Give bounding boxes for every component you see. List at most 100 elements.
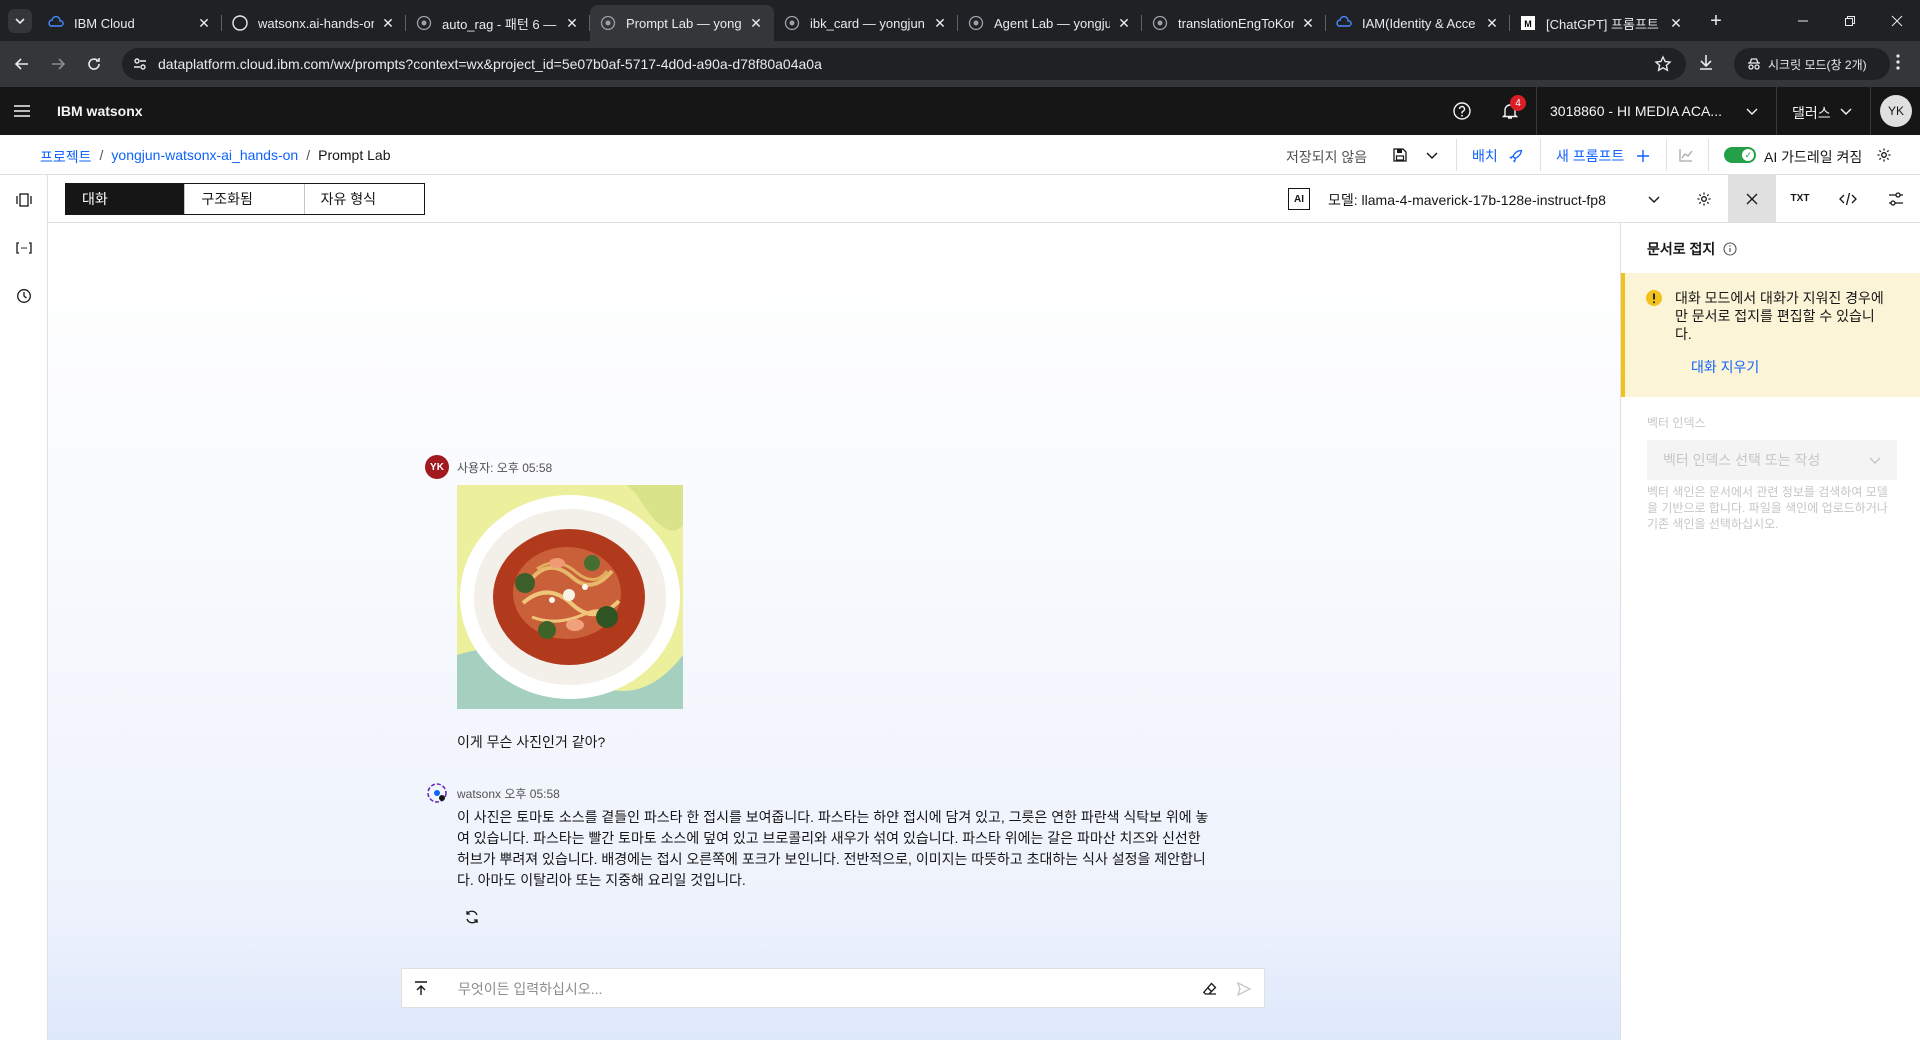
medium-icon: M [1520, 15, 1536, 31]
breadcrumb-project[interactable]: yongjun-watsonx-ai_hands-on [111, 147, 298, 167]
send-icon[interactable] [1236, 981, 1252, 1002]
model-parameters-button[interactable] [1680, 175, 1728, 222]
browser-tab[interactable]: auto_rag - 패턴 6 — ✕ [406, 5, 590, 41]
omnibox[interactable]: dataplatform.cloud.ibm.com/wx/prompts?co… [122, 48, 1686, 80]
url-text: dataplatform.cloud.ibm.com/wx/prompts?co… [158, 56, 822, 72]
account-switcher[interactable]: 3018860 - HI MEDIA ACA... [1550, 103, 1722, 119]
vector-index-dropdown[interactable]: 벡터 인덱스 선택 또는 작성 [1647, 440, 1897, 480]
browser-tab-strip: IBM Cloud ✕ watsonx.ai-hands-on ✕ auto_r… [0, 0, 1920, 41]
tab-title: Agent Lab — yongju [994, 15, 1110, 31]
user-message-avatar: YK [425, 455, 449, 479]
browser-tab-active[interactable]: Prompt Lab — yong ✕ [590, 5, 774, 41]
mode-structured[interactable]: 구조화됨 [185, 184, 305, 214]
close-window-button[interactable] [1873, 0, 1920, 41]
info-icon [1723, 242, 1737, 256]
close-icon[interactable]: ✕ [932, 15, 948, 31]
view-code-button[interactable] [1824, 175, 1872, 222]
history-button[interactable] [12, 284, 36, 308]
settings-sliders-button[interactable] [1872, 175, 1920, 222]
chevron-down-icon[interactable] [1838, 103, 1854, 124]
bookmark-star-icon[interactable] [1654, 55, 1672, 78]
browser-tab[interactable]: IAM(Identity & Acce ✕ [1326, 5, 1510, 41]
close-icon[interactable]: ✕ [380, 15, 396, 31]
reload-icon [88, 58, 100, 70]
forward-button[interactable] [46, 52, 70, 76]
download-icon[interactable] [1696, 52, 1716, 77]
close-icon[interactable]: ✕ [748, 15, 764, 31]
breadcrumb-current: Prompt Lab [318, 147, 391, 163]
code-icon [1839, 192, 1857, 205]
breadcrumb-projects[interactable]: 프로젝트 [40, 147, 92, 167]
region-selector[interactable]: 댈러스 [1792, 103, 1831, 123]
close-icon[interactable]: ✕ [564, 15, 580, 31]
browser-tab[interactable]: IBM Cloud ✕ [38, 5, 222, 41]
watsonx-icon [784, 15, 800, 31]
breadcrumb: 프로젝트 / yongjun-watsonx-ai_hands-on / Pro… [40, 147, 390, 167]
back-button[interactable] [10, 52, 34, 76]
browser-menu-icon[interactable] [1890, 52, 1906, 77]
browser-tab[interactable]: watsonx.ai-hands-on ✕ [222, 5, 406, 41]
watsonx-avatar-icon [425, 781, 449, 805]
chevron-down-icon[interactable] [1646, 191, 1662, 212]
tab-search-button[interactable] [8, 9, 32, 33]
notifications-button[interactable]: 4 [1498, 95, 1526, 123]
divider [1708, 139, 1709, 171]
sliders-icon [1889, 191, 1903, 206]
warning-text: 대화 모드에서 대화가 지워진 경우에만 문서로 접지를 편집할 수 있습니다. [1675, 290, 1884, 342]
carousel-view-button[interactable] [12, 188, 36, 212]
chart-line-icon[interactable] [1678, 147, 1694, 163]
close-icon[interactable]: ✕ [1668, 15, 1684, 31]
new-tab-button[interactable]: + [1704, 9, 1728, 33]
deploy-button[interactable]: 배치 [1472, 146, 1524, 166]
chevron-down-icon [15, 18, 25, 25]
mode-chat[interactable]: 대화 [66, 184, 186, 214]
settings-gear-icon[interactable] [1876, 147, 1892, 163]
mode-freeform[interactable]: 자유 형식 [305, 184, 424, 214]
svg-text:M: M [1524, 19, 1532, 29]
brand-name[interactable]: IBM watsonx [57, 103, 143, 119]
chevron-down-icon[interactable] [1424, 147, 1440, 163]
assistant-message-header: watsonx 오후 05:58 [425, 781, 560, 805]
incognito-indicator[interactable]: 시크릿 모드(창 2개) [1734, 48, 1890, 80]
help-button[interactable] [1450, 99, 1474, 123]
new-prompt-button[interactable]: 새 프롬프트 [1556, 146, 1650, 166]
browser-tab[interactable]: ibk_card — yongjun ✕ [774, 5, 958, 41]
incognito-icon [1748, 58, 1760, 70]
regenerate-icon[interactable] [464, 909, 480, 925]
clear-chat-link[interactable]: 대화 지우기 [1691, 357, 1759, 377]
variables-button[interactable] [12, 236, 36, 260]
gear-icon [1697, 192, 1711, 205]
close-icon[interactable]: ✕ [1484, 15, 1500, 31]
user-message-meta: 사용자: 오후 05:58 [457, 460, 553, 475]
reload-button[interactable] [82, 52, 106, 76]
grounding-panel: 문서로 접지 대화 모드에서 대화가 지워진 경우에만 문서로 접지를 편집할 … [1620, 223, 1920, 1040]
user-avatar[interactable]: YK [1880, 95, 1912, 127]
close-icon[interactable]: ✕ [196, 15, 212, 31]
hamburger-menu-icon[interactable] [12, 101, 32, 126]
chat-input[interactable] [458, 977, 1158, 1001]
upload-icon[interactable] [412, 979, 430, 1002]
save-icon[interactable] [1392, 147, 1408, 163]
browser-tab[interactable]: translationEngToKor ✕ [1142, 5, 1326, 41]
guardrails-toggle[interactable]: ✓ [1724, 147, 1756, 163]
arrow-right-icon [52, 58, 66, 70]
close-icon [1891, 15, 1902, 26]
github-icon [232, 15, 248, 31]
minimize-button[interactable] [1779, 0, 1826, 41]
close-icon[interactable]: ✕ [1300, 15, 1316, 31]
restore-button[interactable] [1826, 0, 1873, 41]
notification-badge: 4 [1510, 95, 1526, 111]
close-panel-button[interactable] [1728, 175, 1776, 222]
carousel-icon [16, 193, 32, 207]
eraser-icon[interactable] [1202, 981, 1218, 1002]
model-selector[interactable]: 모델: llama-4-maverick-17b-128e-instruct-f… [1328, 190, 1606, 210]
close-icon[interactable]: ✕ [1116, 15, 1132, 31]
chevron-down-icon[interactable] [1744, 103, 1760, 124]
site-info-icon[interactable] [132, 56, 148, 77]
vector-index-label: 벡터 인덱스 [1647, 416, 1706, 430]
txt-view-button[interactable]: TXT [1776, 175, 1824, 222]
tab-title: auto_rag - 패턴 6 — [442, 16, 557, 32]
browser-tab[interactable]: M [ChatGPT] 프롬프트 ✕ [1510, 5, 1694, 41]
brackets-icon [16, 242, 32, 254]
browser-tab[interactable]: Agent Lab — yongju ✕ [958, 5, 1142, 41]
